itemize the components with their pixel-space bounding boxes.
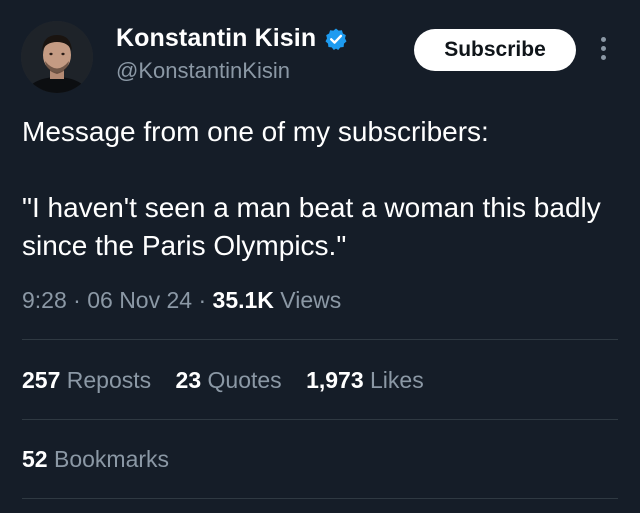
verified-badge-icon [324, 27, 348, 51]
likes-count: 1,973 [306, 367, 364, 393]
likes-stat[interactable]: 1,973 Likes [306, 367, 424, 394]
avatar-image [21, 21, 93, 93]
tweet-date[interactable]: 06 Nov 24 [87, 287, 192, 313]
tweet-time[interactable]: 9:28 [22, 287, 67, 313]
quotes-count: 23 [175, 367, 202, 393]
divider [22, 339, 618, 340]
tweet-text: Message from one of my subscribers: "I h… [22, 116, 601, 261]
bookmarks-stat[interactable]: 52 Bookmarks [22, 446, 169, 473]
avatar[interactable] [21, 21, 93, 93]
author-handle[interactable]: @KonstantinKisin [116, 58, 290, 84]
meta-separator: · [66, 287, 88, 313]
views-label: Views [273, 287, 342, 313]
reposts-label: Reposts [66, 367, 152, 393]
divider [22, 419, 618, 420]
engagement-stats: 257 Reposts 23 Quotes 1,973 Likes [22, 367, 442, 394]
divider [22, 498, 618, 499]
quotes-label: Quotes [207, 367, 282, 393]
author-name-row: Konstantin Kisin [116, 24, 348, 53]
likes-label: Likes [370, 367, 424, 393]
subscribe-button[interactable]: Subscribe [414, 29, 576, 71]
views-count[interactable]: 35.1K [213, 287, 274, 313]
quotes-stat[interactable]: 23 Quotes [176, 367, 282, 394]
meta-separator: · [192, 287, 213, 313]
reposts-stat[interactable]: 257 Reposts [22, 367, 151, 394]
more-vertical-icon[interactable] [596, 37, 610, 65]
author-name[interactable]: Konstantin Kisin [116, 24, 316, 53]
tweet-header: Konstantin Kisin @KonstantinKisin Subscr… [0, 0, 640, 100]
tweet-meta: 9:28 · 06 Nov 24 · 35.1K Views [22, 287, 341, 314]
reposts-count: 257 [22, 367, 61, 393]
bookmarks-label: Bookmarks [53, 446, 170, 472]
bookmarks-count: 52 [22, 446, 48, 472]
